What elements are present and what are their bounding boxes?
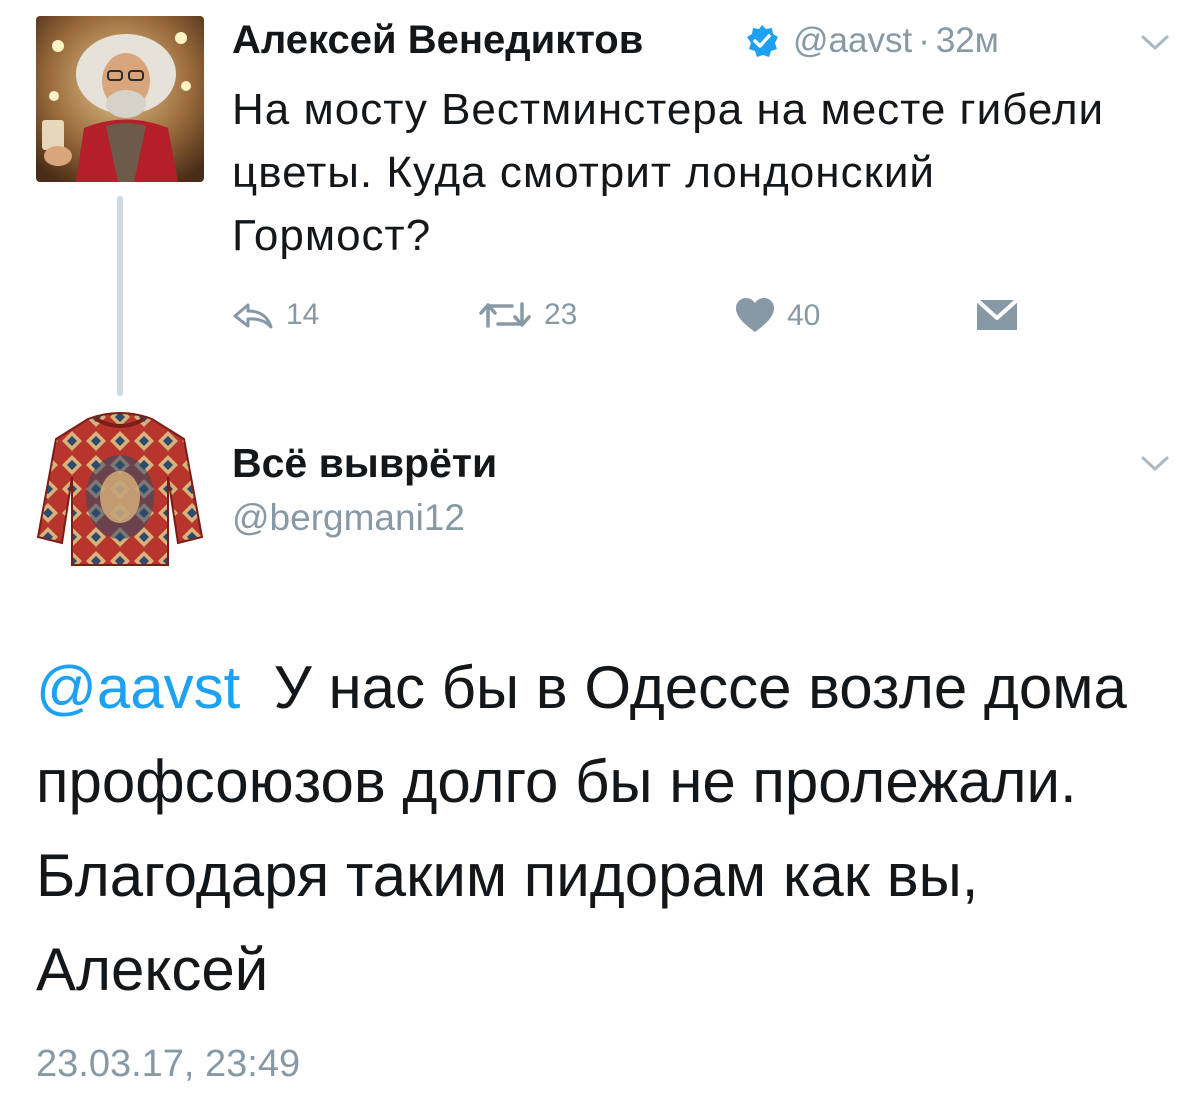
tweet-age[interactable]: 32м <box>936 21 999 60</box>
tweet-timestamp[interactable]: 23.03.17, 23:49 <box>36 1043 300 1086</box>
heart-icon <box>736 298 774 332</box>
reply-tweet-text: @aavst У нас бы в Одессе возле дома проф… <box>36 641 1156 1017</box>
retweet-button[interactable]: 23 <box>478 298 577 332</box>
author-name[interactable]: Алексей Венедиктов <box>232 18 643 63</box>
envelope-icon <box>975 298 1019 330</box>
thread-connector-line <box>117 196 123 396</box>
separator: · <box>918 21 930 60</box>
like-count: 40 <box>787 299 821 332</box>
reply-icon <box>233 303 273 329</box>
avatar[interactable] <box>36 16 204 182</box>
chevron-down-icon[interactable] <box>1140 455 1170 473</box>
reply-button[interactable]: 14 <box>232 298 319 332</box>
avatar-image <box>36 16 204 182</box>
verified-badge-icon <box>745 24 779 58</box>
reply-count: 14 <box>286 298 320 331</box>
avatar[interactable] <box>36 405 204 573</box>
tweet-text: На мосту Вестминстера на месте гибели цв… <box>232 85 1105 260</box>
retweet-icon <box>479 302 531 328</box>
author-name[interactable]: Всё выврёти <box>232 440 497 487</box>
chevron-down-icon[interactable] <box>1140 34 1170 52</box>
author-handle[interactable]: @aavst <box>793 21 912 60</box>
avatar-image <box>36 405 204 573</box>
mention-link[interactable]: @aavst <box>36 654 240 721</box>
retweet-count: 23 <box>544 298 578 331</box>
like-button[interactable]: 40 <box>735 298 820 334</box>
author-handle-and-time[interactable]: @aavst · 32м <box>793 21 999 61</box>
author-handle[interactable]: @bergmani12 <box>232 497 465 539</box>
direct-message-button[interactable] <box>975 298 1019 332</box>
